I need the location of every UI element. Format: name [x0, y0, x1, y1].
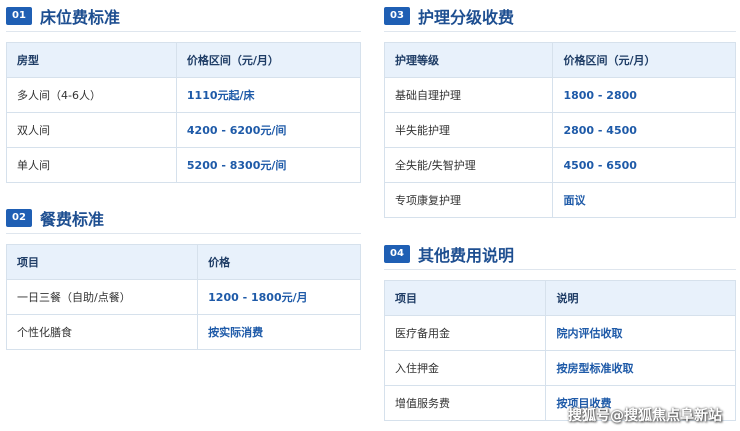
section-header: 01 床位费标准: [6, 6, 361, 32]
row-label: 一日三餐（自助/点餐）: [5, 279, 199, 315]
section-number-badge: 03: [384, 6, 410, 25]
table-row: 专项康复护理 面议: [383, 182, 736, 218]
section-header: 02 餐费标准: [6, 208, 361, 234]
watermark-text: 搜狐号@搜狐焦点阜新站: [568, 408, 722, 424]
row-value: 5200 - 8300元/间: [175, 147, 362, 183]
table-header-row: 护理等级 价格区间（元/月）: [383, 42, 736, 78]
row-value: 1110元起/床: [175, 77, 362, 113]
section-number-badge: 01: [6, 6, 32, 25]
row-label: 专项康复护理: [383, 182, 554, 218]
row-value: 面议: [552, 182, 736, 218]
section-number-badge: 04: [384, 244, 410, 263]
row-label: 入住押金: [383, 350, 547, 386]
bed-fee-table: 房型 价格区间（元/月） 多人间（4-6人） 1110元起/床 双人间 4200…: [6, 42, 362, 183]
row-label: 半失能护理: [383, 112, 554, 148]
row-value: 2800 - 4500: [552, 112, 736, 148]
section-meal-fee: 02 餐费标准 项目 价格 一日三餐（自助/点餐） 1200 - 1800元/月…: [5, 208, 361, 350]
row-label: 增值服务费: [383, 385, 547, 421]
section-title: 餐费标准: [40, 209, 105, 229]
column-header: 说明: [545, 280, 736, 316]
table-row: 一日三餐（自助/点餐） 1200 - 1800元/月: [5, 279, 361, 315]
row-label: 单人间: [6, 147, 177, 183]
row-label: 个性化膳食: [5, 314, 199, 350]
row-label: 全失能/失智护理: [383, 147, 554, 183]
table-row: 单人间 5200 - 8300元/间: [6, 147, 362, 183]
nursing-fee-table: 护理等级 价格区间（元/月） 基础自理护理 1800 - 2800 半失能护理 …: [383, 42, 736, 218]
table-header-row: 项目 价格: [5, 244, 361, 280]
row-value: 按实际消费: [197, 314, 361, 350]
table-row: 基础自理护理 1800 - 2800: [383, 77, 736, 113]
meal-fee-table: 项目 价格 一日三餐（自助/点餐） 1200 - 1800元/月 个性化膳食 按…: [5, 244, 361, 350]
column-header: 项目: [5, 244, 199, 280]
section-other-fees: 04 其他费用说明 项目 说明 医疗备用金 院内评估收取 入住押金 按房型标准收…: [383, 244, 736, 421]
section-nursing-fee: 03 护理分级收费 护理等级 价格区间（元/月） 基础自理护理 1800 - 2…: [383, 6, 736, 218]
table-row: 医疗备用金 院内评估收取: [383, 315, 736, 351]
column-header: 价格区间（元/月）: [175, 42, 362, 78]
row-value: 按房型标准收取: [545, 350, 736, 386]
other-fees-table: 项目 说明 医疗备用金 院内评估收取 入住押金 按房型标准收取 增值服务费 按项…: [383, 280, 736, 421]
row-value: 院内评估收取: [545, 315, 736, 351]
section-header: 03 护理分级收费: [384, 6, 736, 32]
row-label: 双人间: [6, 112, 177, 148]
column-header: 项目: [383, 280, 547, 316]
table-header-row: 项目 说明: [383, 280, 736, 316]
row-label: 多人间（4-6人）: [6, 77, 177, 113]
row-value: 4200 - 6200元/间: [175, 112, 362, 148]
section-header: 04 其他费用说明: [384, 244, 736, 270]
column-header: 价格区间（元/月）: [552, 42, 736, 78]
column-header: 房型: [6, 42, 177, 78]
table-row: 双人间 4200 - 6200元/间: [6, 112, 362, 148]
table-header-row: 房型 价格区间（元/月）: [6, 42, 362, 78]
table-row: 半失能护理 2800 - 4500: [383, 112, 736, 148]
row-value: 4500 - 6500: [552, 147, 736, 183]
table-row: 入住押金 按房型标准收取: [383, 350, 736, 386]
row-value: 1800 - 2800: [552, 77, 736, 113]
section-title: 护理分级收费: [418, 7, 515, 27]
column-header: 护理等级: [383, 42, 554, 78]
column-header: 价格: [197, 244, 361, 280]
section-number-badge: 02: [6, 208, 32, 227]
section-title: 其他费用说明: [418, 245, 515, 265]
row-label: 基础自理护理: [383, 77, 554, 113]
row-value: 1200 - 1800元/月: [197, 279, 361, 315]
section-bed-fee: 01 床位费标准 房型 价格区间（元/月） 多人间（4-6人） 1110元起/床…: [6, 6, 362, 183]
table-row: 全失能/失智护理 4500 - 6500: [383, 147, 736, 183]
table-row: 个性化膳食 按实际消费: [5, 314, 361, 350]
row-label: 医疗备用金: [383, 315, 547, 351]
section-title: 床位费标准: [40, 7, 121, 27]
table-row: 多人间（4-6人） 1110元起/床: [6, 77, 362, 113]
